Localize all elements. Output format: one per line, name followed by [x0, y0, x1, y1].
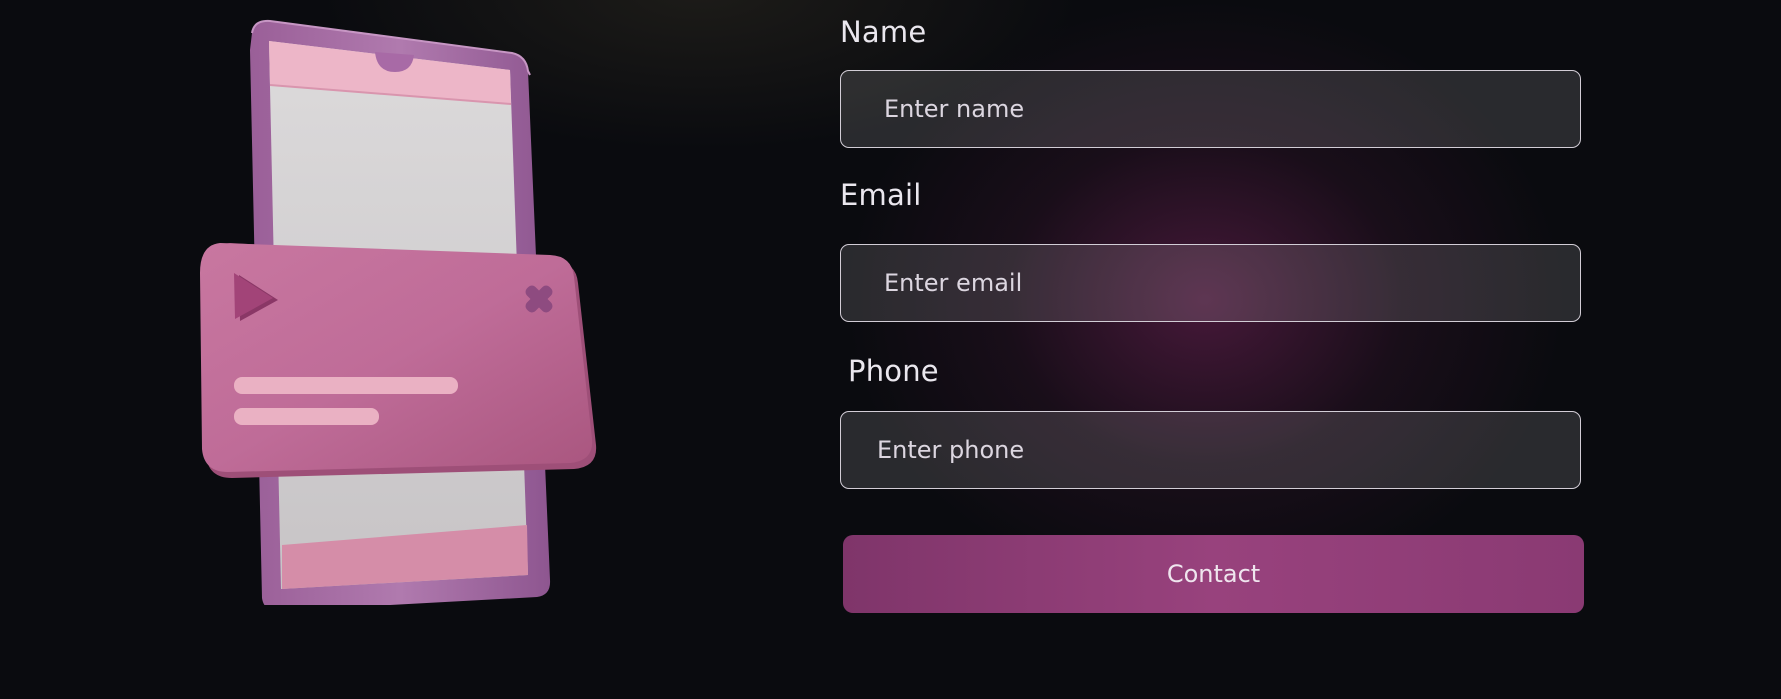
hero-illustration: [190, 15, 620, 605]
phone-input[interactable]: [840, 411, 1581, 489]
card-text-line: [234, 408, 379, 425]
name-input[interactable]: [840, 70, 1581, 148]
phone-label: Phone: [848, 354, 939, 388]
contact-form: Name Email Phone Contact: [840, 0, 1585, 699]
contact-button[interactable]: Contact: [843, 535, 1584, 613]
email-label: Email: [840, 178, 922, 212]
phone-card-illustration: [200, 19, 597, 605]
email-input[interactable]: [840, 244, 1581, 322]
card-text-line: [234, 377, 458, 394]
name-label: Name: [840, 15, 927, 49]
message-card: [200, 243, 597, 478]
